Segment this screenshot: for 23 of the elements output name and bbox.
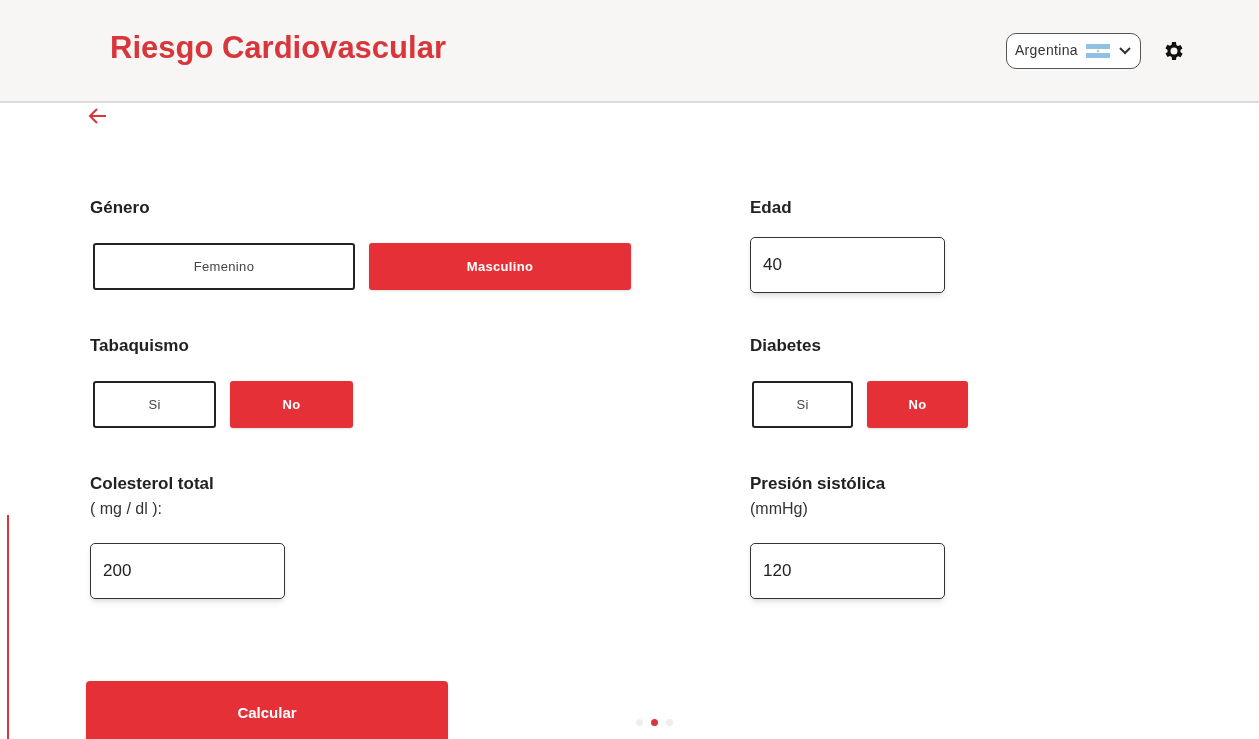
flag-icon bbox=[1086, 43, 1110, 58]
option-button[interactable]: Si bbox=[93, 381, 216, 428]
chevron-down-icon bbox=[1118, 45, 1132, 56]
input-field[interactable]: 40 bbox=[750, 237, 945, 293]
field-label: Presión sistólica bbox=[750, 473, 887, 493]
input-field[interactable]: 120 bbox=[750, 543, 945, 599]
field-label: Edad bbox=[750, 197, 793, 217]
calcular-button[interactable]: Calcular bbox=[86, 681, 448, 739]
field-label: Tabaquismo bbox=[90, 335, 190, 355]
field-label: Diabetes bbox=[750, 335, 822, 355]
input-field[interactable]: 200 bbox=[90, 543, 285, 599]
back-arrow-icon[interactable] bbox=[88, 107, 108, 125]
option-button[interactable]: Si bbox=[752, 381, 853, 428]
field-label: Colesterol total bbox=[90, 473, 215, 493]
option-button[interactable]: Masculino bbox=[369, 243, 631, 290]
option-button[interactable]: Femenino bbox=[93, 243, 355, 290]
option-button[interactable]: No bbox=[867, 381, 968, 428]
country-select[interactable]: Argentina bbox=[1005, 32, 1141, 69]
field-label: Género bbox=[90, 197, 151, 217]
app-title: Riesgo Cardiovascular bbox=[110, 29, 447, 68]
unit-label: ( mg / dl ): bbox=[90, 499, 163, 519]
option-button[interactable]: No bbox=[230, 381, 353, 428]
unit-label: (mmHg) bbox=[750, 499, 809, 519]
